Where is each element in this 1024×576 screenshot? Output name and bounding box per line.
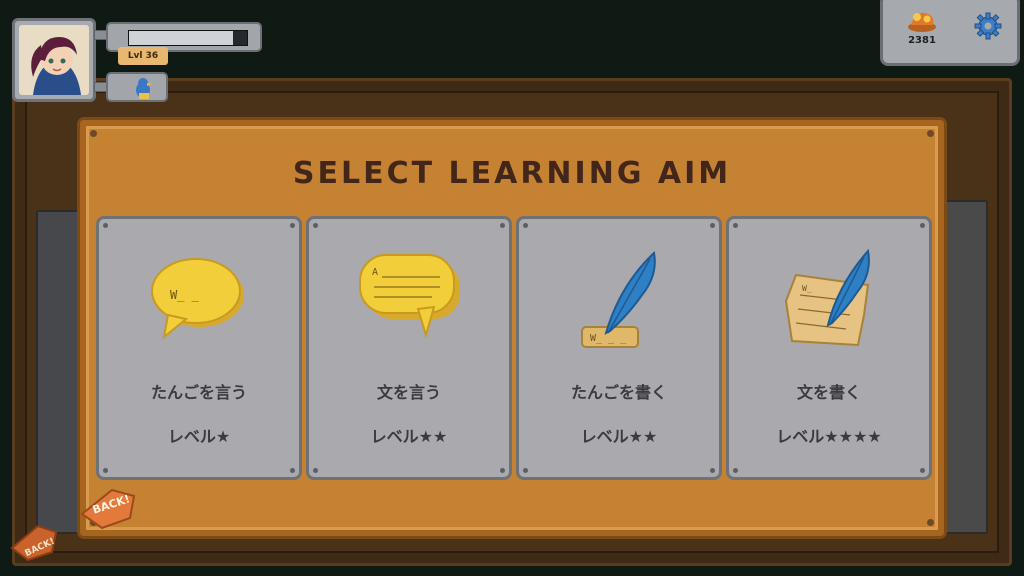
aim-card-label: たんごを書く (570, 383, 667, 402)
aim-card-label: 文を書く (796, 383, 861, 402)
aim-card-level: レベル★ (167, 427, 231, 446)
aim-card-label: たんごを言う (150, 383, 247, 402)
aim-card-level: レベル★★ (580, 427, 658, 446)
currency-panel: 2381 (880, 0, 1020, 66)
aim-card-label: 文を言う (376, 383, 441, 402)
svg-text:W_ _ _: W_ _ _ (590, 333, 627, 344)
background-scrollbar (944, 200, 988, 534)
xp-bar (128, 30, 248, 46)
player-level-badge: Lvl 36 (118, 47, 168, 65)
quill-paper-icon: W_ (784, 248, 870, 347)
svg-text:W_: W_ (802, 284, 812, 293)
learning-aim-dialog: SELECT LEARNING AIM W_ _ たんごを言う レベル★ A 文… (80, 120, 944, 536)
aim-card-write-sentences[interactable]: W_ 文を書く レベル★★★★ (726, 216, 932, 480)
pet-slot[interactable] (106, 72, 168, 102)
xp-bar-fill (129, 31, 233, 45)
back-button[interactable]: BACK! (80, 486, 136, 530)
aim-card-write-words[interactable]: W_ _ _ たんごを書く レベル★★ (516, 216, 722, 480)
svg-text:A: A (372, 267, 378, 278)
rivet (927, 130, 934, 137)
background-back-button: BACK! (10, 524, 58, 562)
speech-bubble-word-icon: W_ _ (151, 258, 244, 340)
background-panel-left (36, 210, 84, 534)
avatar-frame (19, 25, 89, 95)
speech-bubble-sentence-icon: A (359, 254, 460, 339)
svg-text:W_ _: W_ _ (170, 288, 200, 302)
aim-card-say-sentences[interactable]: A 文を言う レベル★★ (306, 216, 512, 480)
blue-bird-pet-icon (136, 78, 152, 99)
aim-card-level: レベル★★★★ (776, 427, 882, 446)
rivet (90, 130, 97, 137)
dialog-title: SELECT LEARNING AIM (292, 156, 732, 191)
settings-gear-icon[interactable] (973, 11, 1003, 41)
treasure-coins-icon (908, 12, 936, 32)
quill-word-icon: W_ _ _ (581, 251, 656, 348)
player-avatar[interactable] (12, 18, 96, 102)
rivet (927, 519, 934, 526)
aim-card-say-words[interactable]: W_ _ たんごを言う レベル★ (96, 216, 302, 480)
aim-card-level: レベル★★ (370, 427, 448, 446)
currency-amount: 2381 (908, 35, 936, 46)
avatar-girl-icon (31, 37, 81, 95)
